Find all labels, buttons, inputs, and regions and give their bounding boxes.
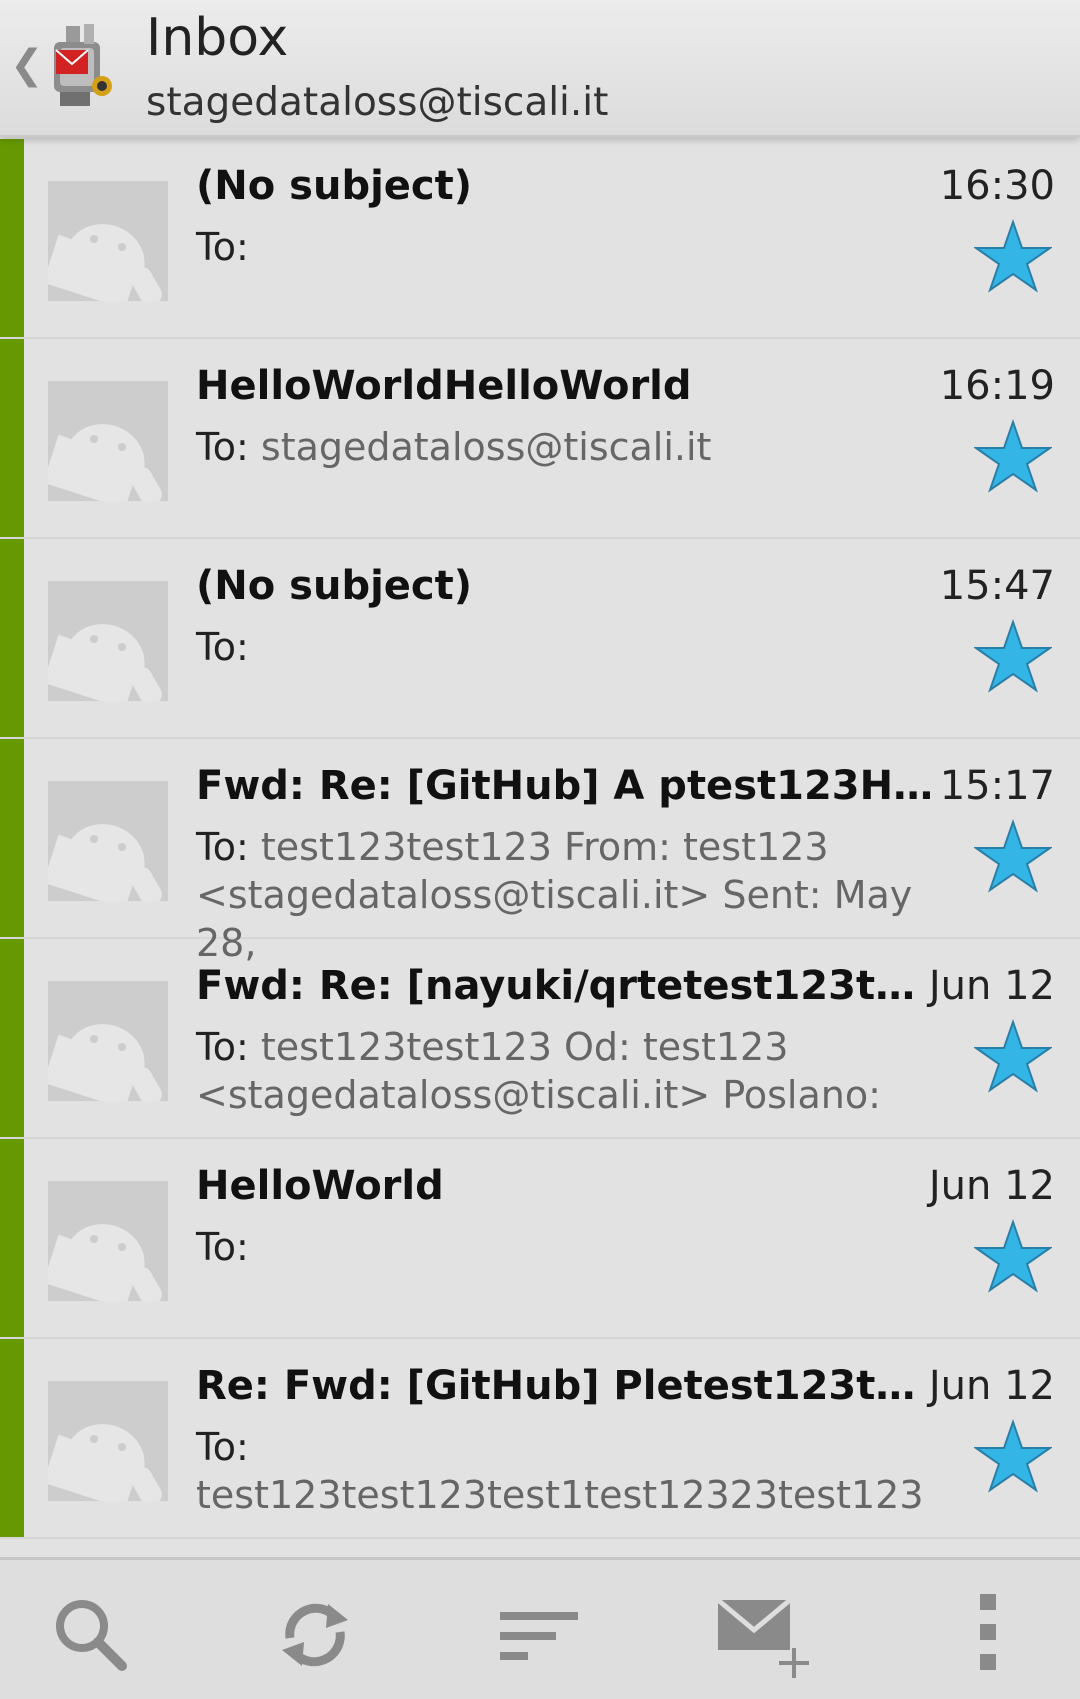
- to-label: To:: [196, 1425, 249, 1469]
- message-subject: (No subject): [196, 563, 473, 609]
- preview-line: test123test123test1test12323test123: [196, 1473, 924, 1517]
- star-icon[interactable]: [974, 819, 1052, 893]
- message-subject: Fwd: Re: [nayuki/qrtetest123test123..: [196, 963, 936, 1009]
- compose-icon[interactable]: [714, 1590, 814, 1680]
- contact-avatar[interactable]: [48, 1381, 168, 1501]
- star-icon[interactable]: [974, 1419, 1052, 1493]
- up-caret-icon[interactable]: ❮: [10, 42, 44, 88]
- contact-avatar[interactable]: [48, 581, 168, 701]
- message-row[interactable]: HelloWorldHelloWorld 16:19 To: stagedata…: [0, 339, 1080, 539]
- app-logo-icon[interactable]: [46, 20, 124, 110]
- sort-icon[interactable]: [494, 1590, 584, 1680]
- search-icon[interactable]: [46, 1590, 136, 1680]
- star-icon[interactable]: [974, 1219, 1052, 1293]
- to-label: To:: [196, 625, 249, 669]
- star-icon[interactable]: [974, 1019, 1052, 1093]
- overflow-menu-icon[interactable]: [958, 1590, 1018, 1680]
- to-value: test123test123 From: test123: [248, 825, 829, 869]
- account-color-bar: [0, 1339, 24, 1537]
- message-time: Jun 12: [928, 963, 1055, 1009]
- message-row[interactable]: (No subject) 16:30 To:: [0, 139, 1080, 339]
- message-preview: To:: [196, 223, 966, 271]
- message-time: 15:47: [939, 563, 1055, 609]
- message-subject: Fwd: Re: [GitHub] A ptest123HelloWor..: [196, 763, 936, 809]
- to-value: test123test123 Od: test123: [248, 1025, 789, 1069]
- message-subject: Re: Fwd: [GitHub] Pletest123test123..: [196, 1363, 936, 1409]
- message-row[interactable]: HelloWorld Jun 12 To:: [0, 1139, 1080, 1339]
- account-color-bar: [0, 339, 24, 537]
- message-row[interactable]: Fwd: Re: [GitHub] A ptest123HelloWor.. 1…: [0, 739, 1080, 965]
- message-preview: To: stagedataloss@tiscali.it: [196, 423, 966, 471]
- star-icon[interactable]: [974, 619, 1052, 693]
- refresh-icon[interactable]: [270, 1590, 360, 1680]
- to-label: To:: [196, 1025, 249, 1069]
- star-icon[interactable]: [974, 419, 1052, 493]
- contact-avatar[interactable]: [48, 981, 168, 1101]
- contact-avatar[interactable]: [48, 381, 168, 501]
- account-color-bar: [0, 739, 24, 937]
- message-time: Jun 12: [928, 1163, 1055, 1209]
- message-row[interactable]: Fwd: Re: [nayuki/qrtetest123test123.. Ju…: [0, 939, 1080, 1139]
- message-preview: To:: [196, 623, 966, 671]
- account-color-bar: [0, 139, 24, 337]
- account-color-bar: [0, 939, 24, 1137]
- bottom-toolbar: [0, 1557, 1080, 1699]
- message-list[interactable]: (No subject) 16:30 To: HelloWorldHelloWo…: [0, 139, 1080, 1557]
- message-time: 16:19: [939, 363, 1055, 409]
- to-label: To:: [196, 1225, 249, 1269]
- message-subject: HelloWorld: [196, 1163, 444, 1209]
- to-label: To:: [196, 825, 249, 869]
- contact-avatar[interactable]: [48, 781, 168, 901]
- message-preview: To: test123test123test1test12323test123: [196, 1423, 966, 1519]
- account-color-bar: [0, 539, 24, 737]
- to-label: To:: [196, 225, 249, 269]
- preview-line: <stagedataloss@tiscali.it> Poslano:: [196, 1073, 881, 1117]
- to-label: To:: [196, 425, 249, 469]
- contact-avatar[interactable]: [48, 181, 168, 301]
- account-color-bar: [0, 1139, 24, 1337]
- message-row[interactable]: (No subject) 15:47 To:: [0, 539, 1080, 739]
- to-value: stagedataloss@tiscali.it: [248, 425, 712, 469]
- message-subject: (No subject): [196, 163, 473, 209]
- action-bar: ❮ Inbox stagedataloss@tiscali.it: [0, 0, 1080, 137]
- account-email: stagedataloss@tiscali.it: [146, 80, 609, 125]
- message-preview: To: test123test123 Od: test123 <stagedat…: [196, 1023, 966, 1119]
- star-icon[interactable]: [974, 219, 1052, 293]
- message-row[interactable]: Re: Fwd: [GitHub] Pletest123test123.. Ju…: [0, 1339, 1080, 1539]
- contact-avatar[interactable]: [48, 1181, 168, 1301]
- folder-title: Inbox: [146, 8, 289, 68]
- message-time: 15:17: [939, 763, 1055, 809]
- message-preview: To:: [196, 1223, 966, 1271]
- message-time: Jun 12: [928, 1363, 1055, 1409]
- message-time: 16:30: [939, 163, 1055, 209]
- message-subject: HelloWorldHelloWorld: [196, 363, 692, 409]
